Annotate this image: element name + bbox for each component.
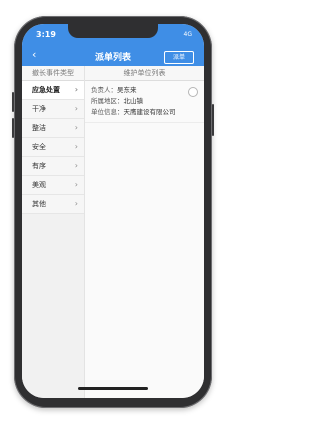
app-header: 3:19 4G ‹ 派单列表 派单 [22, 24, 204, 66]
volume-down-button [12, 118, 14, 138]
category-item-order[interactable]: 有序 › [22, 157, 84, 176]
card-unit-value: 天鹰建设有限公司 [123, 108, 176, 116]
radio-icon[interactable] [188, 87, 198, 97]
chevron-right-icon: › [74, 161, 78, 170]
notch [68, 24, 158, 38]
category-item-label: 其他 [32, 200, 46, 208]
status-indicators: 4G [183, 31, 192, 38]
power-button [212, 104, 214, 136]
category-item-label: 整洁 [32, 124, 46, 132]
card-person-label: 负责人： [91, 86, 117, 94]
chevron-right-icon: › [74, 199, 78, 208]
category-item-other[interactable]: 其他 › [22, 195, 84, 214]
category-column: 撤长事件类型 应急处置 › 干净 › 整洁 › 安全 › 有序 › 美观 › 其… [22, 66, 85, 398]
chevron-right-icon: › [74, 142, 78, 151]
unit-column-heading: 维护单位列表 [85, 66, 204, 81]
card-person-value: 吴东来 [117, 86, 137, 94]
category-item-safety[interactable]: 安全 › [22, 138, 84, 157]
category-item-tidy[interactable]: 整洁 › [22, 119, 84, 138]
card-area-value: 北山镇 [123, 97, 144, 105]
category-column-heading: 撤长事件类型 [22, 66, 84, 81]
category-item-label: 应急处置 [32, 86, 60, 94]
unit-card[interactable]: 负责人：吴东来 所属地区：北山镇 单位信息：天鹰建设有限公司 [85, 81, 204, 123]
category-item-emergency[interactable]: 应急处置 › [22, 81, 84, 100]
chevron-right-icon: › [74, 180, 78, 189]
screen: 3:19 4G ‹ 派单列表 派单 撤长事件类型 应急处置 › 干净 › 整洁 … [22, 24, 204, 398]
card-area-label: 所属地区： [91, 97, 124, 105]
chevron-right-icon: › [74, 104, 78, 113]
category-item-clean[interactable]: 干净 › [22, 100, 84, 119]
chevron-right-icon: › [74, 85, 78, 94]
home-indicator [78, 387, 148, 390]
category-item-beauty[interactable]: 美观 › [22, 176, 84, 195]
category-item-label: 干净 [32, 105, 46, 113]
dispatch-button[interactable]: 派单 [164, 51, 194, 64]
card-area: 所属地区：北山镇 [91, 96, 198, 107]
category-item-label: 安全 [32, 143, 46, 151]
unit-column: 维护单位列表 负责人：吴东来 所属地区：北山镇 单位信息：天鹰建设有限公司 [85, 66, 204, 398]
status-time: 3:19 [36, 30, 56, 39]
chevron-right-icon: › [74, 123, 78, 132]
category-item-label: 有序 [32, 162, 46, 170]
category-item-label: 美观 [32, 181, 46, 189]
card-unit-label: 单位信息： [91, 108, 124, 116]
volume-up-button [12, 92, 14, 112]
card-person: 负责人：吴东来 [91, 85, 198, 96]
card-unit: 单位信息：天鹰建设有限公司 [91, 107, 198, 118]
